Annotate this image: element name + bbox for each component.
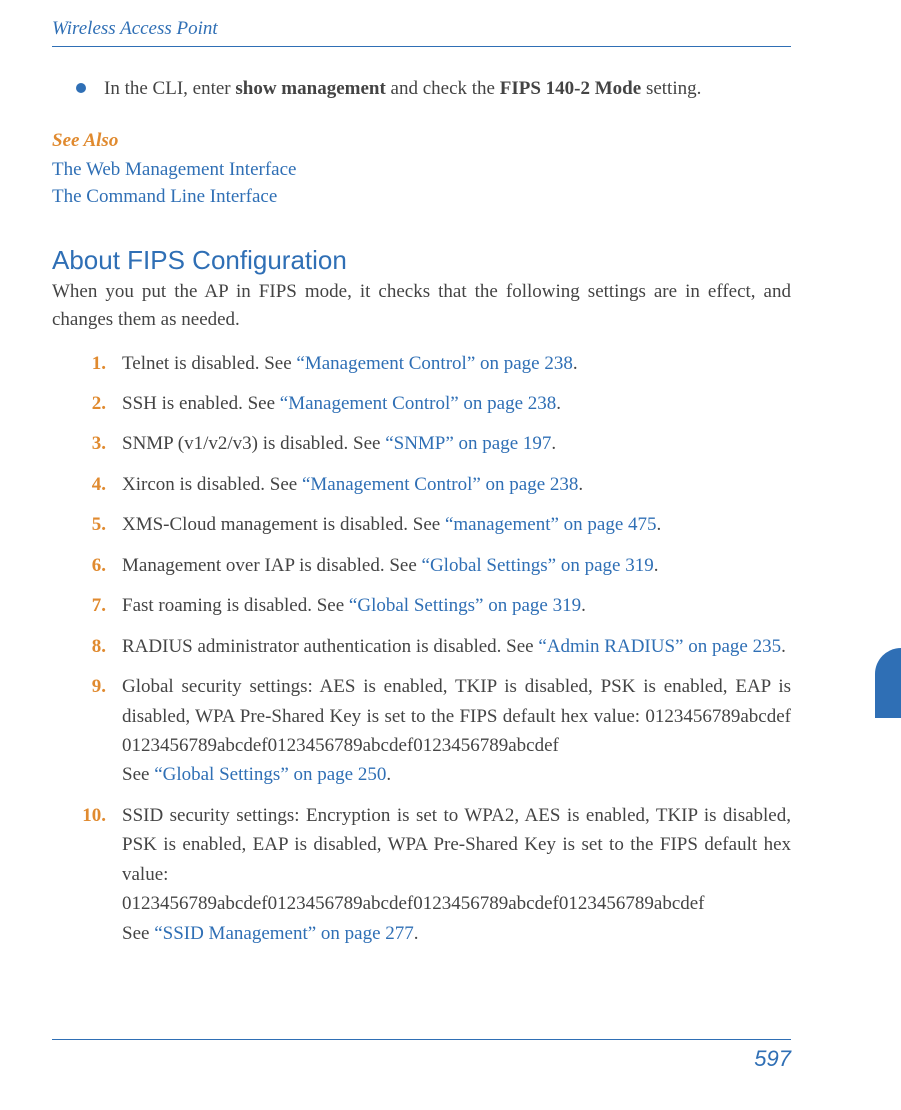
section-title: About FIPS Configuration — [52, 245, 791, 276]
item-text: SSID security settings: Encryption is se… — [122, 805, 791, 885]
item-number: 9. — [82, 672, 106, 790]
item-text: SNMP (v1/v2/v3) is disabled. See — [122, 433, 385, 454]
item-text: Xircon is disabled. See — [122, 474, 302, 495]
cross-ref-link[interactable]: “Global Settings” on page 319 — [349, 595, 581, 616]
cross-ref-link[interactable]: “SNMP” on page 197 — [385, 433, 551, 454]
item-text: XMS-Cloud management is disabled. See — [122, 514, 445, 535]
cross-ref-link[interactable]: “SSID Management” on page 277 — [154, 923, 414, 944]
item-see: See — [122, 764, 154, 785]
cross-ref-link[interactable]: “management” on page 475 — [445, 514, 657, 535]
list-item: 6. Management over IAP is disabled. See … — [82, 551, 791, 580]
item-text: RADIUS administrator authentication is d… — [122, 636, 538, 657]
list-item: 10. SSID security settings: Encryption i… — [82, 801, 791, 948]
item-number: 1. — [82, 349, 106, 378]
cli-command: show management — [235, 78, 385, 99]
item-post: . — [781, 636, 786, 657]
cli-pre: In the CLI, enter — [104, 78, 235, 99]
item-post: . — [573, 353, 578, 374]
item-number: 8. — [82, 632, 106, 661]
cli-bullet: In the CLI, enter show management and ch… — [52, 75, 791, 104]
item-number: 6. — [82, 551, 106, 580]
thumb-tab-icon — [875, 648, 901, 718]
list-item: 9. Global security settings: AES is enab… — [82, 672, 791, 790]
list-item: 8. RADIUS administrator authentication i… — [82, 632, 791, 661]
cross-ref-link[interactable]: “Management Control” on page 238 — [280, 393, 556, 414]
list-item: 7. Fast roaming is disabled. See “Global… — [82, 591, 791, 620]
item-text: SSH is enabled. See — [122, 393, 280, 414]
running-head: Wireless Access Point — [52, 18, 791, 47]
item-see: See — [122, 923, 154, 944]
item-text: Telnet is disabled. See — [122, 353, 296, 374]
list-item: 1. Telnet is disabled. See “Management C… — [82, 349, 791, 378]
cross-ref-link[interactable]: “Management Control” on page 238 — [296, 353, 572, 374]
section-intro: When you put the AP in FIPS mode, it che… — [52, 278, 791, 335]
bullet-disc-icon — [76, 83, 86, 93]
item-post: . — [657, 514, 662, 535]
cli-mid: and check the — [386, 78, 500, 99]
fips-check-list: 1. Telnet is disabled. See “Management C… — [52, 349, 791, 948]
list-item: 5. XMS-Cloud management is disabled. See… — [82, 510, 791, 539]
list-item: 4. Xircon is disabled. See “Management C… — [82, 470, 791, 499]
page-number: 597 — [52, 1039, 791, 1072]
item-post: . — [386, 764, 391, 785]
cli-post: setting. — [641, 78, 701, 99]
item-post: . — [581, 595, 586, 616]
item-post: . — [414, 923, 419, 944]
list-item: 2. SSH is enabled. See “Management Contr… — [82, 389, 791, 418]
see-also-link[interactable]: The Command Line Interface — [52, 183, 277, 211]
item-number: 5. — [82, 510, 106, 539]
hex-value: 0123456789abcdef0123456789abcdef01234567… — [122, 893, 705, 914]
item-post: . — [551, 433, 556, 454]
see-also-label: See Also — [52, 130, 791, 152]
item-number: 3. — [82, 429, 106, 458]
cross-ref-link[interactable]: “Admin RADIUS” on page 235 — [538, 636, 781, 657]
item-post: . — [654, 555, 659, 576]
cross-ref-link[interactable]: “Global Settings” on page 319 — [422, 555, 654, 576]
item-text: Management over IAP is disabled. See — [122, 555, 422, 576]
cross-ref-link[interactable]: “Global Settings” on page 250 — [154, 764, 386, 785]
cli-mode: FIPS 140-2 Mode — [500, 78, 641, 99]
item-post: . — [556, 393, 561, 414]
item-number: 2. — [82, 389, 106, 418]
see-also-link[interactable]: The Web Management Interface — [52, 156, 296, 184]
cross-ref-link[interactable]: “Management Control” on page 238 — [302, 474, 578, 495]
item-post: . — [578, 474, 583, 495]
item-number: 4. — [82, 470, 106, 499]
list-item: 3. SNMP (v1/v2/v3) is disabled. See “SNM… — [82, 429, 791, 458]
item-number: 10. — [82, 801, 106, 948]
item-text: Fast roaming is disabled. See — [122, 595, 349, 616]
item-number: 7. — [82, 591, 106, 620]
cli-bullet-text: In the CLI, enter show management and ch… — [104, 75, 701, 104]
